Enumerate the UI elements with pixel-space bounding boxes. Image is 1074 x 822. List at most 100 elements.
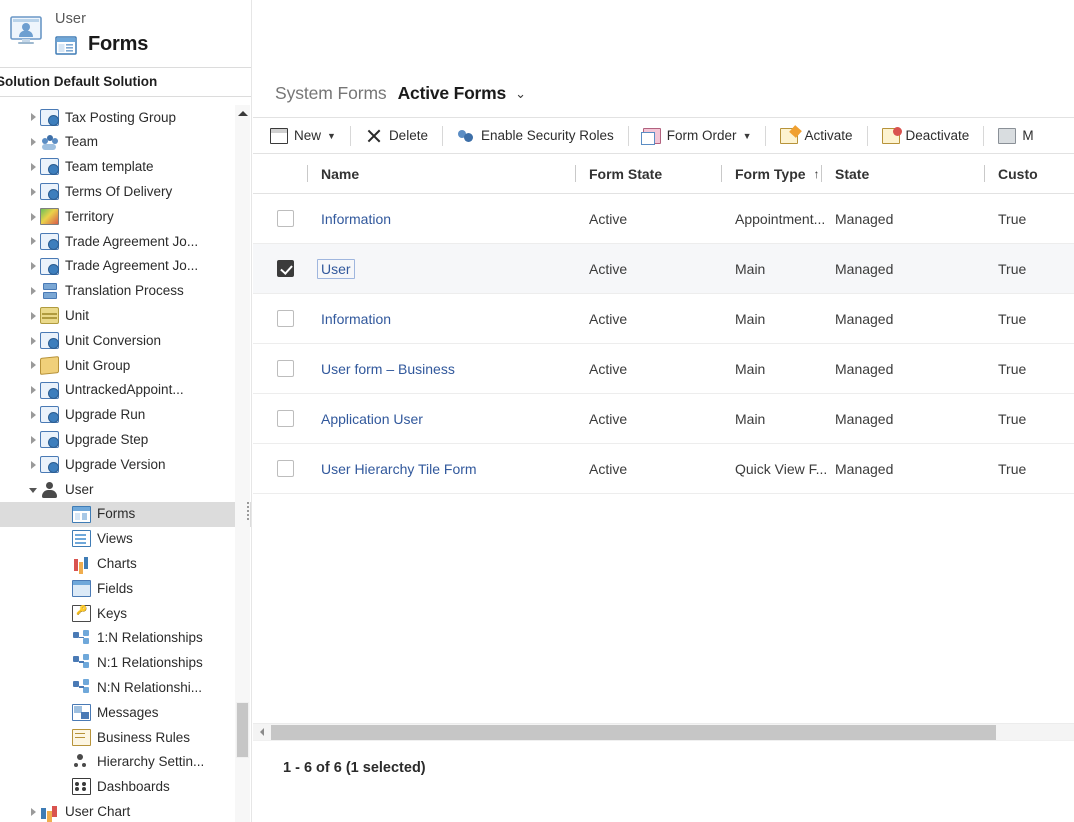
toolbar-button-delete[interactable]: Delete <box>356 121 437 151</box>
chevron-right-icon[interactable] <box>26 163 40 171</box>
grid-rows-container[interactable]: InformationActiveAppointment...ManagedTr… <box>253 194 1074 494</box>
tree-item-territory[interactable]: Territory <box>0 204 252 229</box>
column-header-name[interactable]: Name <box>307 154 575 194</box>
column-header-customizable[interactable]: Custo <box>984 154 1074 194</box>
tree-item-unit[interactable]: Unit <box>0 303 252 328</box>
tree-item-team[interactable]: Team <box>0 130 252 155</box>
table-row[interactable]: InformationActiveAppointment...ManagedTr… <box>253 194 1074 244</box>
chevron-right-icon[interactable] <box>26 461 40 469</box>
tree-item-upgrade-run[interactable]: Upgrade Run <box>0 403 252 428</box>
grid-select-all-header[interactable] <box>253 154 307 194</box>
tree-item-hierarchy-settin[interactable]: Hierarchy Settin... <box>0 750 252 775</box>
table-row[interactable]: User Hierarchy Tile FormActiveQuick View… <box>253 444 1074 494</box>
tree-item-charts[interactable]: Charts <box>0 551 252 576</box>
chevron-right-icon[interactable] <box>26 237 40 245</box>
chevron-down-icon[interactable]: ▼ <box>743 131 752 141</box>
checkbox-unchecked-icon[interactable] <box>277 360 294 377</box>
tree-item-unit-conversion[interactable]: Unit Conversion <box>0 328 252 353</box>
entity-tree[interactable]: Tax Posting GroupTeamTeam templateTerms … <box>0 105 252 822</box>
tree-item-upgrade-step[interactable]: Upgrade Step <box>0 427 252 452</box>
checkbox-unchecked-icon[interactable] <box>277 410 294 427</box>
tree-item-views[interactable]: Views <box>0 527 252 552</box>
tree-item-n-n-relationshi[interactable]: N:N Relationshi... <box>0 675 252 700</box>
tree-scrollbar-thumb[interactable] <box>236 702 249 758</box>
table-row[interactable]: UserActiveMainManagedTrue <box>253 244 1074 294</box>
team-icon <box>40 134 59 151</box>
column-header-form-state[interactable]: Form State <box>575 154 721 194</box>
row-select-checkbox[interactable] <box>253 360 307 377</box>
chevron-right-icon[interactable] <box>26 411 40 419</box>
tree-item-forms[interactable]: Forms <box>0 502 252 527</box>
chevron-right-icon[interactable] <box>26 436 40 444</box>
checkbox-checked-icon[interactable] <box>277 260 294 277</box>
tree-item-business-rules[interactable]: Business Rules <box>0 725 252 750</box>
toolbar-button-form-order[interactable]: Form Order▼ <box>634 121 761 151</box>
chevron-right-icon[interactable] <box>26 312 40 320</box>
tree-item-user-chart[interactable]: User Chart <box>0 799 252 822</box>
active-view-label[interactable]: Active Forms <box>398 83 506 104</box>
toolbar-button-enable-security-roles[interactable]: Enable Security Roles <box>448 121 623 151</box>
tree-item-fields[interactable]: Fields <box>0 576 252 601</box>
form-name-link[interactable]: User <box>317 259 355 279</box>
forms-grid[interactable]: Name Form State Form Type ↑ State <box>253 154 1074 795</box>
table-row[interactable]: User form – BusinessActiveMainManagedTru… <box>253 344 1074 394</box>
grid-horizontal-scrollbar[interactable] <box>253 723 1074 740</box>
chevron-right-icon[interactable] <box>26 386 40 394</box>
row-select-checkbox[interactable] <box>253 410 307 427</box>
horizontal-scrollbar-thumb[interactable] <box>271 725 996 740</box>
checkbox-unchecked-icon[interactable] <box>277 310 294 327</box>
scroll-up-arrow-icon[interactable] <box>235 105 250 121</box>
chevron-right-icon[interactable] <box>26 138 40 146</box>
toolbar-button-activate[interactable]: Activate <box>771 121 861 151</box>
toolbar-button-deactivate[interactable]: Deactivate <box>873 121 979 151</box>
toolbar-button-new[interactable]: New▼ <box>261 121 345 151</box>
tree-item-messages[interactable]: Messages <box>0 700 252 725</box>
form-name-link[interactable]: Application User <box>321 411 423 427</box>
table-row[interactable]: InformationActiveMainManagedTrue <box>253 294 1074 344</box>
row-select-checkbox[interactable] <box>253 260 307 277</box>
form-name-link[interactable]: Information <box>321 211 391 227</box>
checkbox-unchecked-icon[interactable] <box>277 460 294 477</box>
column-header-state[interactable]: State <box>821 154 984 194</box>
chevron-right-icon[interactable] <box>26 113 40 121</box>
scroll-left-arrow-icon[interactable] <box>255 725 269 739</box>
chevron-down-icon[interactable]: ⌄ <box>515 86 526 102</box>
tree-item-team-template[interactable]: Team template <box>0 155 252 180</box>
chevron-right-icon[interactable] <box>26 262 40 270</box>
chevron-right-icon[interactable] <box>26 337 40 345</box>
chevron-right-icon[interactable] <box>26 361 40 369</box>
form-name-link[interactable]: User Hierarchy Tile Form <box>321 461 477 477</box>
tree-item-tax-posting-group[interactable]: Tax Posting Group <box>0 105 252 130</box>
column-header-form-type[interactable]: Form Type ↑ <box>721 154 821 194</box>
form-name-link[interactable]: User form – Business <box>321 361 455 377</box>
tree-item-trade-agreement-jo[interactable]: Trade Agreement Jo... <box>0 254 252 279</box>
row-select-checkbox[interactable] <box>253 310 307 327</box>
chevron-right-icon[interactable] <box>26 188 40 196</box>
tree-item-trade-agreement-jo[interactable]: Trade Agreement Jo... <box>0 229 252 254</box>
tree-item-label: N:1 Relationships <box>97 656 203 670</box>
form-name-link[interactable]: Information <box>321 311 391 327</box>
chevron-right-icon[interactable] <box>26 287 40 295</box>
tree-item-n-1-relationships[interactable]: N:1 Relationships <box>0 651 252 676</box>
tree-item-upgrade-version[interactable]: Upgrade Version <box>0 452 252 477</box>
tree-item-translation-process[interactable]: Translation Process <box>0 279 252 304</box>
row-select-checkbox[interactable] <box>253 210 307 227</box>
tree-vertical-scrollbar[interactable] <box>235 105 250 822</box>
toolbar-button-m[interactable]: M <box>989 121 1042 151</box>
chevron-right-icon[interactable] <box>26 808 40 816</box>
command-toolbar[interactable]: New▼ Delete Enable Security Roles Form Orde… <box>253 117 1074 154</box>
chevron-down-icon[interactable] <box>26 486 40 493</box>
tree-item-untrackedappoint[interactable]: UntrackedAppoint... <box>0 378 252 403</box>
row-select-checkbox[interactable] <box>253 460 307 477</box>
tree-item-1-n-relationships[interactable]: 1:N Relationships <box>0 626 252 651</box>
tree-item-dashboards[interactable]: Dashboards <box>0 775 252 800</box>
chevron-down-icon[interactable]: ▼ <box>327 131 336 141</box>
tree-item-keys[interactable]: Keys <box>0 601 252 626</box>
panel-splitter-handle[interactable] <box>244 500 252 526</box>
chevron-right-icon[interactable] <box>26 213 40 221</box>
table-row[interactable]: Application UserActiveMainManagedTrue <box>253 394 1074 444</box>
tree-item-terms-of-delivery[interactable]: Terms Of Delivery <box>0 179 252 204</box>
checkbox-unchecked-icon[interactable] <box>277 210 294 227</box>
tree-item-unit-group[interactable]: Unit Group <box>0 353 252 378</box>
tree-item-user[interactable]: User <box>0 477 252 502</box>
